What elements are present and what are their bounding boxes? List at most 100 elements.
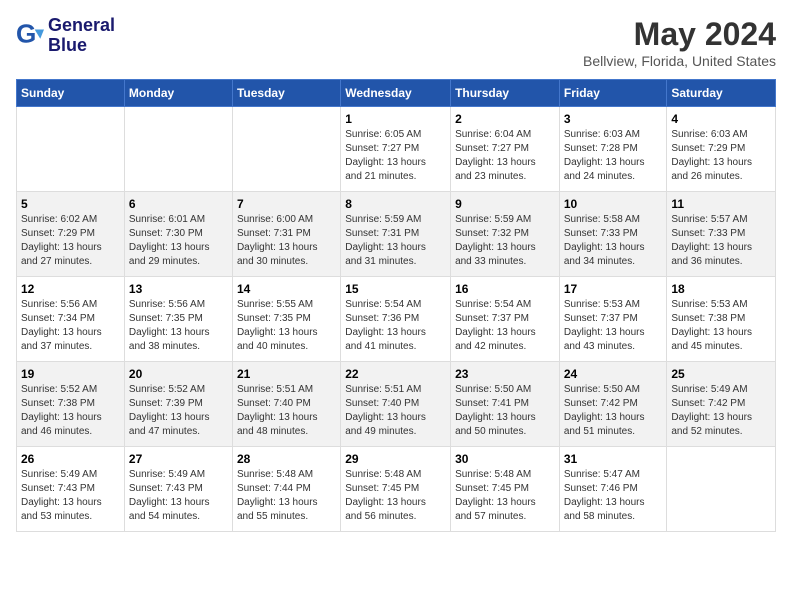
column-header-thursday: Thursday [451,80,560,107]
column-header-monday: Monday [124,80,232,107]
calendar-cell: 27Sunrise: 5:49 AM Sunset: 7:43 PM Dayli… [124,447,232,532]
day-info: Sunrise: 6:00 AM Sunset: 7:31 PM Dayligh… [237,213,336,269]
calendar-cell: 28 Sunrise: 5:48 AM Sunset: 7:44 PM Dayli… [232,447,340,532]
day-info: Sunrise: 5:58 AM Sunset: 7:33 PM Dayligh… [564,213,663,269]
column-header-wednesday: Wednesday [341,80,451,107]
day-number: 26 [21,452,120,466]
day-number: 31 [564,452,663,466]
calendar-cell: 8 Sunrise: 5:59 AM Sunset: 7:31 PM Daylig… [341,192,451,277]
day-number: 9 [455,197,555,211]
day-number: 24 [564,367,663,381]
calendar-cell: 3Sunrise: 6:03 AM Sunset: 7:28 PM Daylig… [559,107,667,192]
day-number: 7 [237,197,336,211]
day-number: 21 [237,367,336,381]
day-info: Sunrise: 5:47 AM Sunset: 7:46 PM Dayligh… [564,468,663,524]
day-info: Sunrise: 6:03 AM Sunset: 7:29 PM Dayligh… [671,128,771,184]
calendar-cell: 16Sunrise: 5:54 AM Sunset: 7:37 PM Dayli… [451,277,560,362]
day-number: 4 [671,112,771,126]
column-header-tuesday: Tuesday [232,80,340,107]
day-info: Sunrise: 5:59 AM Sunset: 7:31 PM Dayligh… [345,213,446,269]
day-info: Sunrise: 5:49 AM Sunset: 7:43 PM Dayligh… [129,468,228,524]
calendar-cell: 29Sunrise: 5:48 AM Sunset: 7:45 PM Dayli… [341,447,451,532]
calendar-cell [667,447,776,532]
day-number: 15 [345,282,446,296]
day-info: Sunrise: 5:54 AM Sunset: 7:36 PM Dayligh… [345,298,446,354]
logo-line2: Blue [48,36,115,56]
calendar-cell: 9 Sunrise: 5:59 AM Sunset: 7:32 PM Daylig… [451,192,560,277]
day-info: Sunrise: 6:05 AM Sunset: 7:27 PM Dayligh… [345,128,446,184]
day-info: Sunrise: 5:55 AM Sunset: 7:35 PM Dayligh… [237,298,336,354]
day-info: Sunrise: 5:49 AM Sunset: 7:42 PM Dayligh… [671,383,771,439]
day-info: Sunrise: 5:48 AM Sunset: 7:44 PM Dayligh… [237,468,336,524]
logo-icon: G [16,22,44,50]
day-info: Sunrise: 6:04 AM Sunset: 7:27 PM Dayligh… [455,128,555,184]
day-number: 16 [455,282,555,296]
calendar-cell: 13 Sunrise: 5:56 AM Sunset: 7:35 PM Dayli… [124,277,232,362]
calendar-cell: 7 Sunrise: 6:00 AM Sunset: 7:31 PM Daylig… [232,192,340,277]
svg-text:G: G [16,22,36,49]
week-row-1: 1 Sunrise: 6:05 AM Sunset: 7:27 PM Daylig… [17,107,776,192]
calendar-cell: 21Sunrise: 5:51 AM Sunset: 7:40 PM Dayli… [232,362,340,447]
day-number: 5 [21,197,120,211]
calendar-cell: 30 Sunrise: 5:48 AM Sunset: 7:45 PM Dayli… [451,447,560,532]
calendar-cell: 31 Sunrise: 5:47 AM Sunset: 7:46 PM Dayli… [559,447,667,532]
day-info: Sunrise: 5:52 AM Sunset: 7:38 PM Dayligh… [21,383,120,439]
week-row-4: 19 Sunrise: 5:52 AM Sunset: 7:38 PM Dayli… [17,362,776,447]
logo: G General Blue [16,16,115,56]
column-header-saturday: Saturday [667,80,776,107]
day-number: 20 [129,367,228,381]
calendar-cell: 24 Sunrise: 5:50 AM Sunset: 7:42 PM Dayli… [559,362,667,447]
calendar-cell [124,107,232,192]
day-number: 19 [21,367,120,381]
day-number: 17 [564,282,663,296]
day-number: 13 [129,282,228,296]
calendar-cell: 19 Sunrise: 5:52 AM Sunset: 7:38 PM Dayli… [17,362,125,447]
week-row-2: 5Sunrise: 6:02 AM Sunset: 7:29 PM Daylig… [17,192,776,277]
calendar-header: SundayMondayTuesdayWednesdayThursdayFrid… [17,80,776,107]
day-info: Sunrise: 5:53 AM Sunset: 7:37 PM Dayligh… [564,298,663,354]
calendar-cell: 17 Sunrise: 5:53 AM Sunset: 7:37 PM Dayli… [559,277,667,362]
logo-text: General Blue [48,16,115,56]
day-info: Sunrise: 5:56 AM Sunset: 7:35 PM Dayligh… [129,298,228,354]
calendar-cell: 6Sunrise: 6:01 AM Sunset: 7:30 PM Daylig… [124,192,232,277]
day-number: 1 [345,112,446,126]
day-number: 30 [455,452,555,466]
calendar-cell: 15 Sunrise: 5:54 AM Sunset: 7:36 PM Dayli… [341,277,451,362]
week-row-5: 26 Sunrise: 5:49 AM Sunset: 7:43 PM Dayli… [17,447,776,532]
calendar-cell: 12Sunrise: 5:56 AM Sunset: 7:34 PM Dayli… [17,277,125,362]
day-info: Sunrise: 5:50 AM Sunset: 7:41 PM Dayligh… [455,383,555,439]
day-info: Sunrise: 5:49 AM Sunset: 7:43 PM Dayligh… [21,468,120,524]
calendar-cell: 1 Sunrise: 6:05 AM Sunset: 7:27 PM Daylig… [341,107,451,192]
day-number: 18 [671,282,771,296]
day-info: Sunrise: 5:51 AM Sunset: 7:40 PM Dayligh… [345,383,446,439]
header: G General Blue May 2024 Bellview, Florid… [16,16,776,69]
day-info: Sunrise: 5:52 AM Sunset: 7:39 PM Dayligh… [129,383,228,439]
calendar-cell: 5Sunrise: 6:02 AM Sunset: 7:29 PM Daylig… [17,192,125,277]
calendar-cell: 2Sunrise: 6:04 AM Sunset: 7:27 PM Daylig… [451,107,560,192]
title-area: May 2024 Bellview, Florida, United State… [583,16,776,69]
column-header-sunday: Sunday [17,80,125,107]
day-number: 10 [564,197,663,211]
calendar-cell: 26 Sunrise: 5:49 AM Sunset: 7:43 PM Dayli… [17,447,125,532]
day-info: Sunrise: 5:48 AM Sunset: 7:45 PM Dayligh… [455,468,555,524]
day-info: Sunrise: 5:50 AM Sunset: 7:42 PM Dayligh… [564,383,663,439]
day-number: 8 [345,197,446,211]
day-info: Sunrise: 5:53 AM Sunset: 7:38 PM Dayligh… [671,298,771,354]
day-info: Sunrise: 5:59 AM Sunset: 7:32 PM Dayligh… [455,213,555,269]
calendar-cell [17,107,125,192]
day-number: 25 [671,367,771,381]
calendar-cell: 25 Sunrise: 5:49 AM Sunset: 7:42 PM Dayli… [667,362,776,447]
day-number: 3 [564,112,663,126]
calendar-table: SundayMondayTuesdayWednesdayThursdayFrid… [16,79,776,532]
calendar-body: 1 Sunrise: 6:05 AM Sunset: 7:27 PM Daylig… [17,107,776,532]
week-row-3: 12Sunrise: 5:56 AM Sunset: 7:34 PM Dayli… [17,277,776,362]
subtitle: Bellview, Florida, United States [583,53,776,69]
calendar-cell: 10 Sunrise: 5:58 AM Sunset: 7:33 PM Dayli… [559,192,667,277]
day-number: 11 [671,197,771,211]
calendar-cell: 11Sunrise: 5:57 AM Sunset: 7:33 PM Dayli… [667,192,776,277]
day-number: 22 [345,367,446,381]
column-header-friday: Friday [559,80,667,107]
day-number: 28 [237,452,336,466]
header-row: SundayMondayTuesdayWednesdayThursdayFrid… [17,80,776,107]
day-number: 23 [455,367,555,381]
